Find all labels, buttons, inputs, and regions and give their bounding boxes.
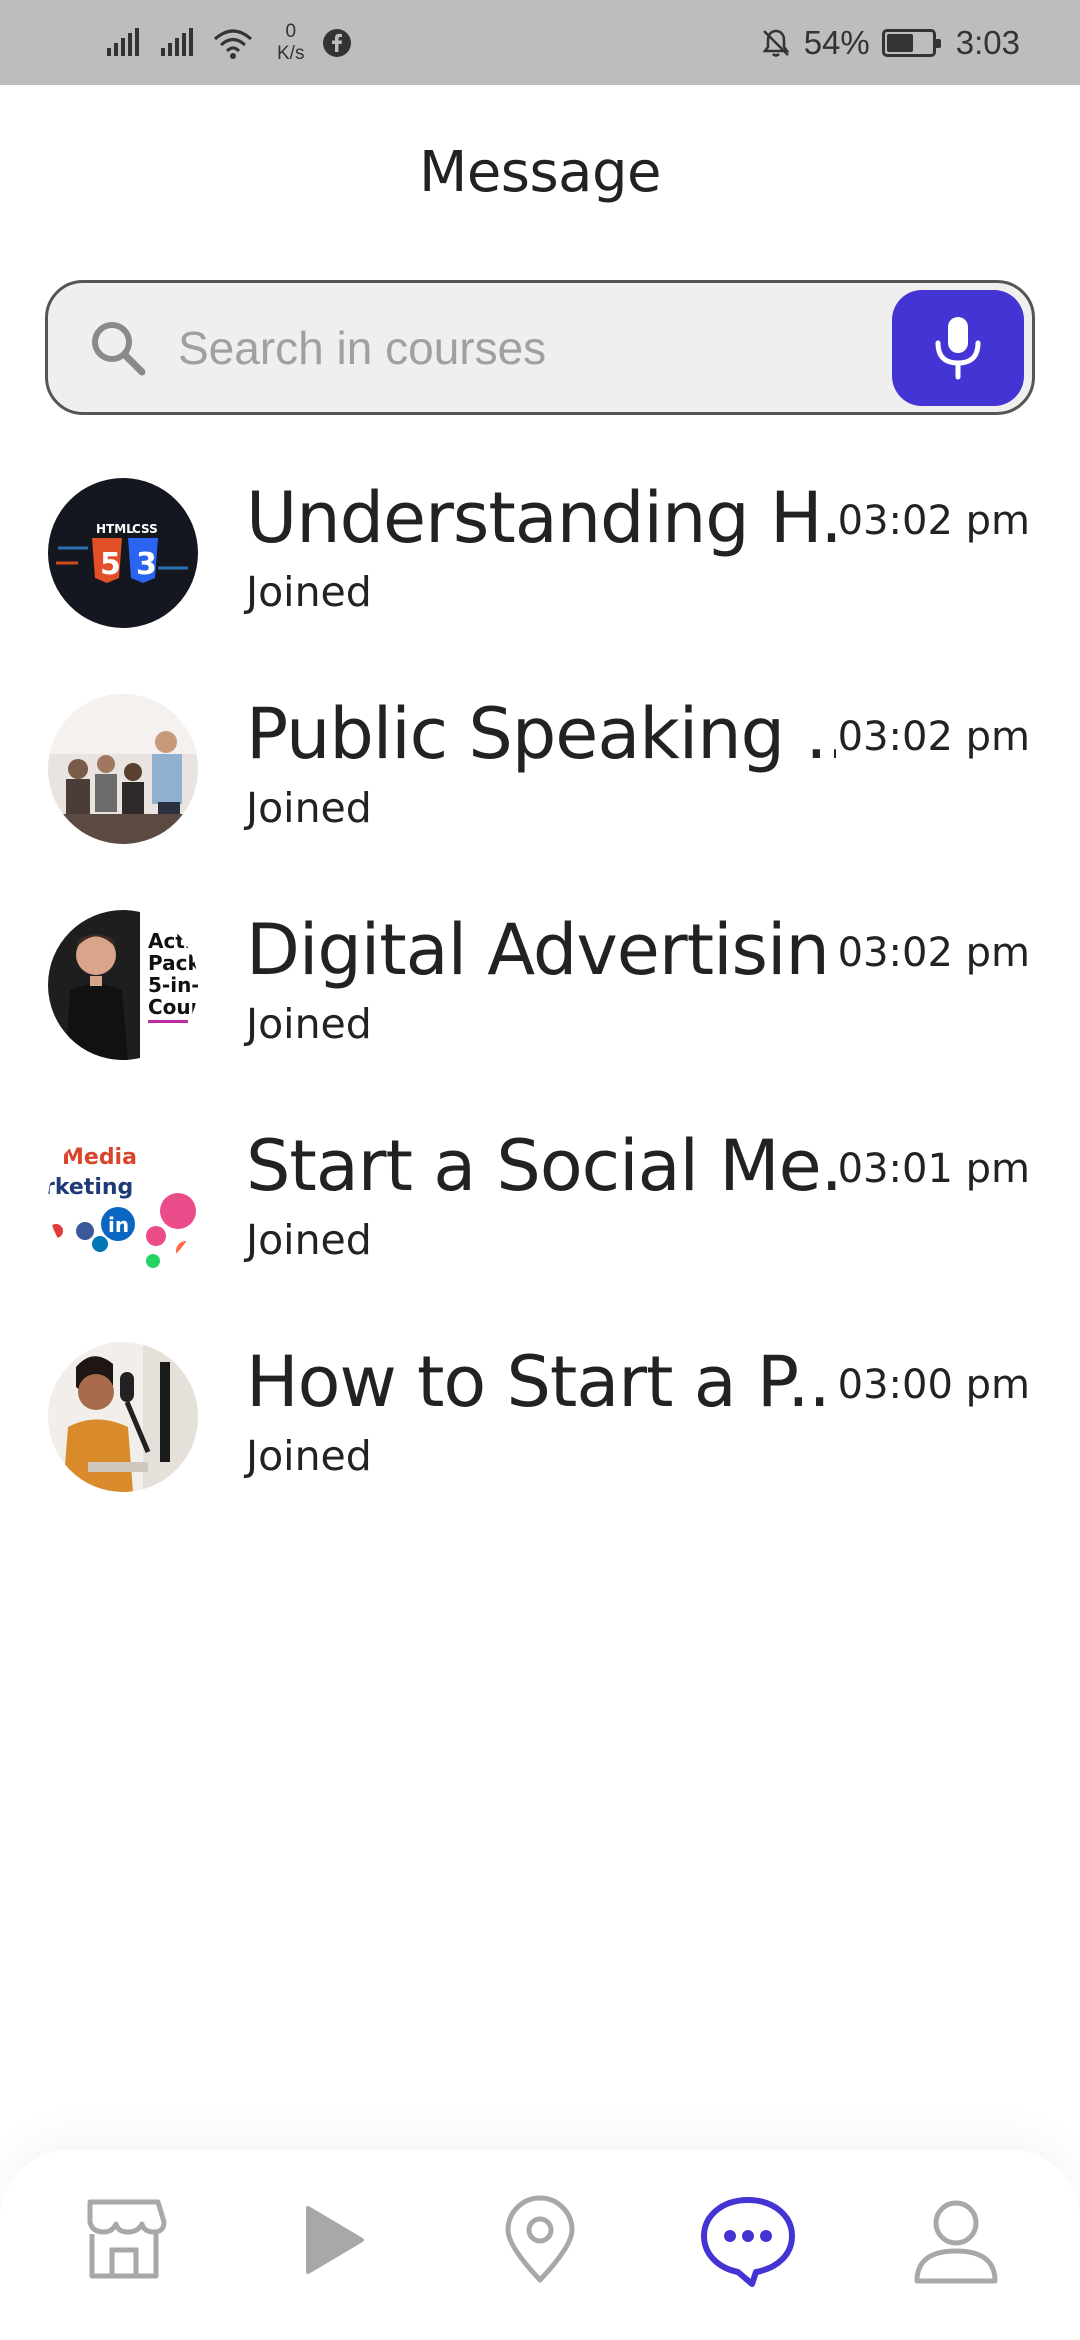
- avatar: HTML CSS 5 3: [48, 478, 198, 628]
- chat-status: Joined: [246, 1000, 372, 1048]
- net-speed: 0 K/s: [277, 21, 304, 65]
- chat-time: 03:02 pm: [837, 930, 1030, 976]
- net-speed-value: 0: [285, 20, 297, 42]
- search-icon: [86, 316, 150, 380]
- chat-icon: [701, 2197, 795, 2287]
- chat-status: Joined: [246, 1216, 372, 1264]
- bottom-nav: [0, 2150, 1080, 2340]
- avatar: [48, 1342, 198, 1492]
- ad-line-3: 5-in-: [148, 973, 198, 997]
- play-icon: [306, 2206, 364, 2274]
- store-icon: [87, 2199, 167, 2279]
- social-media-thumbnail: Media rketing in: [48, 1126, 198, 1276]
- avatar: [48, 694, 198, 844]
- avatar: Acti Pack 5-in- Cour: [48, 910, 198, 1060]
- signal-icon-2: [161, 27, 193, 56]
- public-speaking-thumbnail: [48, 694, 198, 844]
- nav-location[interactable]: [480, 2180, 600, 2300]
- linkedin-label: in: [108, 1213, 129, 1237]
- nav-store[interactable]: [64, 2180, 184, 2300]
- search-bar[interactable]: [45, 280, 1035, 415]
- profile-icon: [914, 2200, 998, 2284]
- search-input[interactable]: [178, 320, 892, 375]
- podcast-thumbnail: [48, 1342, 198, 1492]
- avatar: Media rketing in: [48, 1126, 198, 1276]
- chat-time: 03:01 pm: [837, 1146, 1030, 1192]
- html-css-thumbnail: HTML CSS 5 3: [48, 478, 198, 628]
- html-number: 5: [100, 547, 121, 582]
- status-time: 3:03: [955, 23, 1020, 61]
- battery-fill: [886, 33, 913, 52]
- chat-item[interactable]: Media rketing in Start a Social Me... Jo…: [0, 1118, 1080, 1334]
- chat-item[interactable]: HTML CSS 5 3 Understanding H... Joined 0…: [0, 470, 1080, 686]
- social-line-2: rketing: [48, 1175, 133, 1200]
- ad-line-1: Acti: [148, 929, 192, 953]
- chat-list: HTML CSS 5 3 Understanding H... Joined 0…: [0, 470, 1080, 1550]
- ad-line-2: Pack: [148, 951, 198, 975]
- location-icon: [505, 2195, 575, 2283]
- chat-status: Joined: [246, 568, 372, 616]
- chat-status: Joined: [246, 1432, 372, 1480]
- chat-time: 03:02 pm: [837, 498, 1030, 544]
- battery-percent: 54%: [803, 23, 870, 61]
- chat-time: 03:00 pm: [837, 1362, 1030, 1408]
- chat-title: How to Start a P...: [246, 1342, 836, 1422]
- status-left: 0 K/s: [105, 21, 352, 65]
- ad-line-4: Cour: [148, 995, 198, 1019]
- battery-icon: [881, 28, 941, 57]
- signal-icon: [107, 27, 139, 56]
- chat-title: Digital Advertisin...: [246, 910, 836, 990]
- bell-muted-icon: [762, 29, 790, 57]
- css-label: CSS: [132, 522, 158, 536]
- facebook-icon: [323, 28, 352, 57]
- nav-play[interactable]: [272, 2180, 392, 2300]
- chat-title: Understanding H...: [246, 478, 836, 558]
- nav-chat[interactable]: [688, 2180, 808, 2300]
- html-label: HTML: [96, 522, 134, 536]
- chat-item[interactable]: How to Start a P... Joined 03:00 pm: [0, 1334, 1080, 1550]
- css-number: 3: [136, 547, 157, 582]
- status-bar: 0 K/s 54% 3:03: [0, 0, 1080, 85]
- chat-title: Public Speaking ...: [246, 694, 836, 774]
- microphone-icon: [935, 316, 981, 379]
- digital-advertising-thumbnail: Acti Pack 5-in- Cour: [48, 910, 198, 1060]
- social-line-1: Media: [62, 1145, 137, 1170]
- chat-time: 03:02 pm: [837, 714, 1030, 760]
- chat-item[interactable]: Public Speaking ... Joined 03:02 pm: [0, 686, 1080, 902]
- chat-item[interactable]: Acti Pack 5-in- Cour Digital Advertisin.…: [0, 902, 1080, 1118]
- chat-status: Joined: [246, 784, 372, 832]
- page-title: Message: [419, 140, 661, 205]
- status-right: 54% 3:03: [760, 24, 1020, 62]
- mic-button[interactable]: [892, 289, 1024, 406]
- net-speed-unit: K/s: [277, 42, 305, 64]
- wifi-icon: [214, 29, 252, 59]
- nav-profile[interactable]: [896, 2180, 1016, 2300]
- chat-title: Start a Social Me...: [246, 1126, 836, 1206]
